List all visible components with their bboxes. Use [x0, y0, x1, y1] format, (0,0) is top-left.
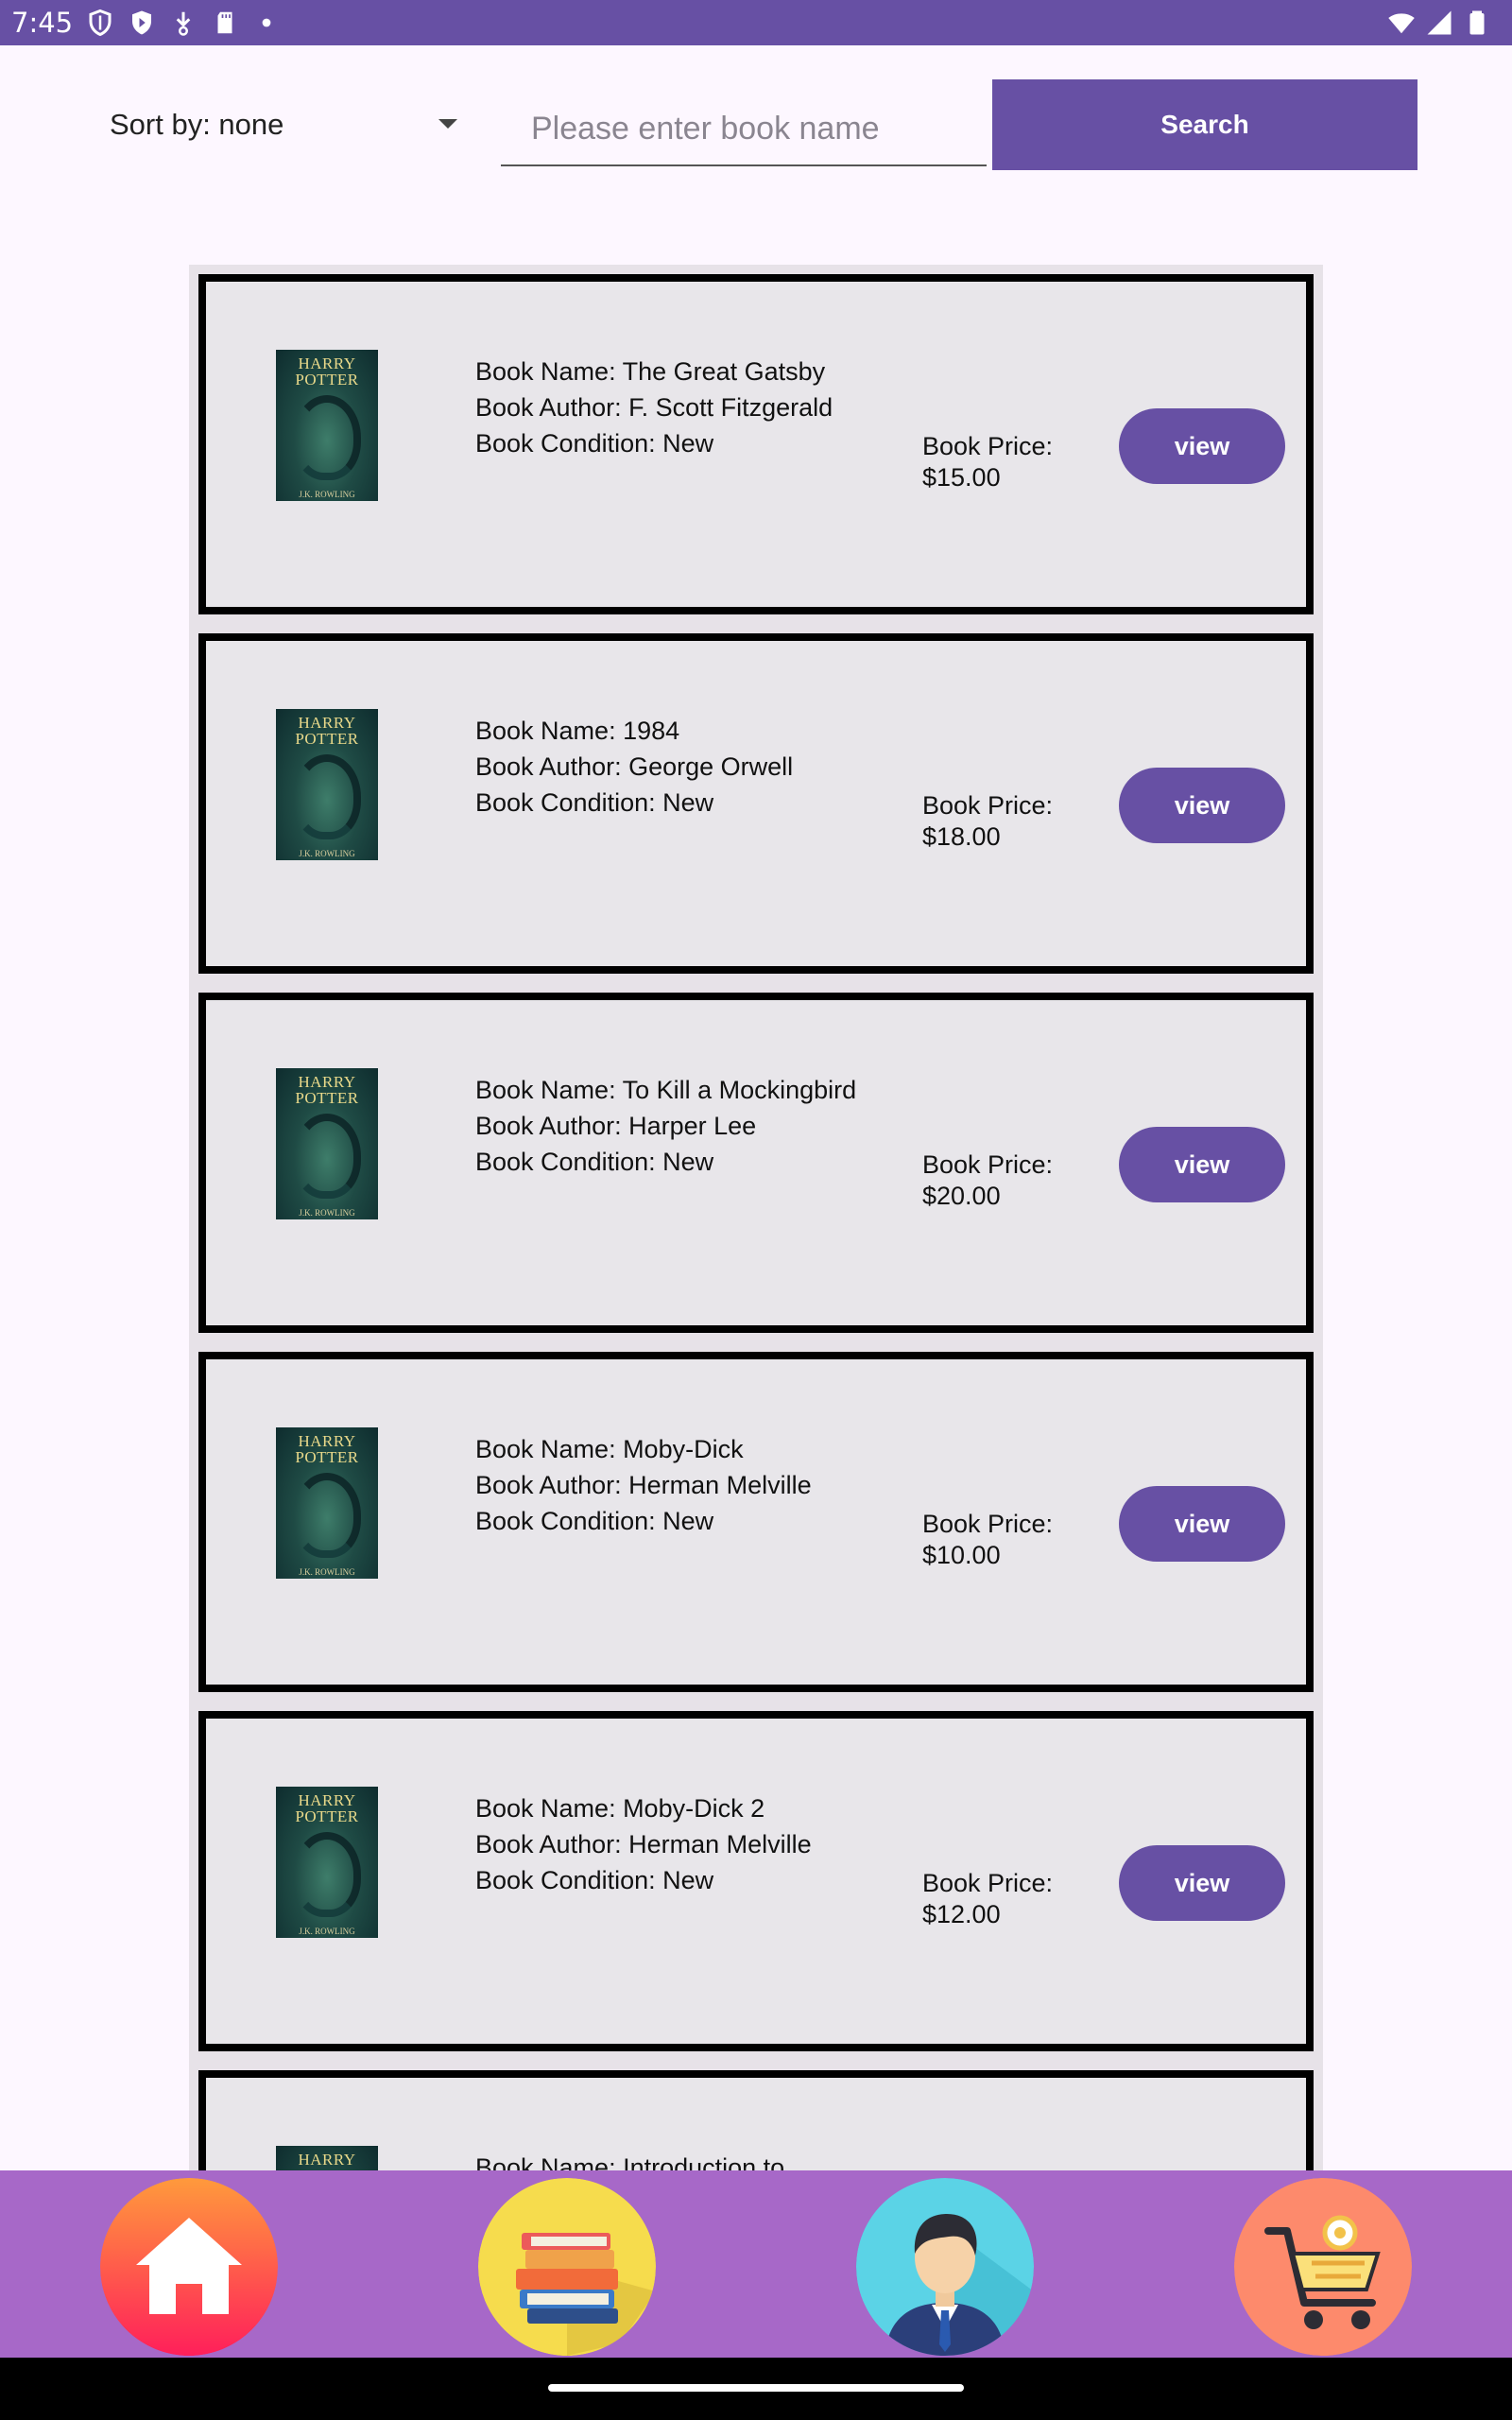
cover-title: HARRY: [298, 2151, 356, 2169]
book-card: HARRY POTTER J.K. ROWLING Book Name: Moby…: [198, 1711, 1314, 2051]
price-label: Book Price:: [922, 432, 1054, 460]
nav-books-button[interactable]: [478, 2178, 656, 2356]
cover-author: J.K. ROWLING: [299, 490, 355, 499]
view-button[interactable]: view: [1119, 1845, 1285, 1921]
view-button[interactable]: view: [1119, 1127, 1285, 1202]
sort-dropdown[interactable]: Sort by: none: [110, 98, 469, 151]
book-price: Book Price: $10.00: [922, 1509, 1053, 1571]
bottom-nav: [0, 2170, 1512, 2358]
cart-icon: [1234, 2178, 1412, 2356]
book-condition: Book Condition: New: [475, 788, 714, 817]
sort-label: Sort by: none: [110, 108, 284, 141]
wifi-icon: [1387, 9, 1416, 37]
notification-dot-icon: [252, 9, 281, 37]
cover-title: HARRY POTTER: [295, 354, 359, 389]
book-price: Book Price: $18.00: [922, 790, 1053, 853]
cover-author: J.K. ROWLING: [299, 849, 355, 858]
cover-art: [293, 1832, 361, 1917]
book-name: Book Name: 1984: [475, 717, 680, 745]
book-condition: Book Condition: New: [475, 429, 714, 458]
status-bar: 7:45: [0, 0, 1512, 45]
book-card: HARRY POTTER J.K. ROWLING Book Name: 1984…: [198, 633, 1314, 974]
book-info: Book Name: Introduction to: [475, 2150, 784, 2170]
price-value: $12.00: [922, 1900, 1001, 1928]
nav-profile-button[interactable]: [856, 2178, 1034, 2356]
sd-card-icon: [211, 9, 239, 37]
book-name: Book Name: Moby-Dick 2: [475, 1794, 765, 1823]
chevron-down-icon[interactable]: [437, 117, 459, 130]
book-price: Book Price: $20.00: [922, 1150, 1053, 1212]
home-gesture-handle[interactable]: [548, 2384, 964, 2392]
search-button[interactable]: Search: [992, 79, 1418, 170]
book-info: Book Name: 1984 Book Author: George Orwe…: [475, 713, 793, 821]
view-button[interactable]: view: [1119, 768, 1285, 843]
view-button[interactable]: view: [1119, 408, 1285, 484]
battery-icon: [1463, 9, 1491, 37]
book-cover-image: HARRY: [276, 2146, 378, 2170]
book-info: Book Name: Moby-Dick 2 Book Author: Herm…: [475, 1790, 812, 1898]
price-value: $10.00: [922, 1541, 1001, 1569]
book-author: Book Author: Harper Lee: [475, 1112, 757, 1140]
price-label: Book Price:: [922, 791, 1054, 820]
book-name: Book Name: To Kill a Mockingbird: [475, 1076, 857, 1104]
book-cover-image: HARRY POTTER J.K. ROWLING: [276, 350, 378, 501]
nav-home-button[interactable]: [100, 2178, 278, 2356]
book-list[interactable]: HARRY POTTER J.K. ROWLING Book Name: The …: [189, 265, 1323, 2170]
cover-art: [293, 1473, 361, 1558]
book-cover-image: HARRY POTTER J.K. ROWLING: [276, 709, 378, 860]
book-author: Book Author: Herman Melville: [475, 1471, 812, 1499]
cover-art: [293, 754, 361, 839]
book-condition: Book Condition: New: [475, 1507, 714, 1535]
cover-author: J.K. ROWLING: [299, 1208, 355, 1218]
book-card: HARRY POTTER J.K. ROWLING Book Name: Moby…: [198, 1352, 1314, 1692]
cover-author: J.K. ROWLING: [299, 1567, 355, 1577]
book-card: HARRY Book Name: Introduction to: [198, 2070, 1314, 2170]
cover-title: HARRY POTTER: [295, 714, 359, 748]
price-label: Book Price:: [922, 1869, 1054, 1897]
price-value: $18.00: [922, 822, 1001, 851]
book-cover-image: HARRY POTTER J.K. ROWLING: [276, 1427, 378, 1579]
view-button[interactable]: view: [1119, 1486, 1285, 1562]
status-left: 7:45: [11, 7, 281, 39]
shield-icon: [86, 9, 114, 37]
nav-cart-button[interactable]: [1234, 2178, 1412, 2356]
status-time: 7:45: [11, 7, 74, 39]
signal-icon: [1425, 9, 1453, 37]
book-cover-image: HARRY POTTER J.K. ROWLING: [276, 1068, 378, 1219]
price-value: $15.00: [922, 463, 1001, 492]
search-input[interactable]: [501, 93, 987, 166]
status-right: [1387, 9, 1501, 37]
book-info: Book Name: To Kill a Mockingbird Book Au…: [475, 1072, 856, 1180]
cover-art: [293, 1114, 361, 1199]
book-name: Book Name: Moby-Dick: [475, 1435, 744, 1463]
cover-title: HARRY POTTER: [295, 1073, 359, 1107]
book-condition: Book Condition: New: [475, 1866, 714, 1894]
book-info: Book Name: Moby-Dick Book Author: Herman…: [475, 1431, 812, 1539]
book-condition: Book Condition: New: [475, 1148, 714, 1176]
home-icon: [100, 2178, 278, 2356]
cover-author: J.K. ROWLING: [299, 1927, 355, 1936]
books-icon: [478, 2178, 656, 2356]
book-author: Book Author: George Orwell: [475, 752, 794, 781]
book-price: Book Price: $12.00: [922, 1868, 1053, 1930]
book-name: Book Name: The Great Gatsby: [475, 357, 826, 386]
book-card: HARRY POTTER J.K. ROWLING Book Name: The …: [198, 274, 1314, 614]
cover-art: [293, 395, 361, 480]
cover-title: HARRY POTTER: [295, 1791, 359, 1825]
book-cover-image: HARRY POTTER J.K. ROWLING: [276, 1787, 378, 1938]
book-price: Book Price: $15.00: [922, 431, 1053, 493]
play-shield-icon: [128, 9, 156, 37]
profile-icon: [856, 2178, 1034, 2356]
price-label: Book Price:: [922, 1510, 1054, 1538]
cover-title: HARRY POTTER: [295, 1432, 359, 1466]
price-label: Book Price:: [922, 1150, 1054, 1179]
book-card: HARRY POTTER J.K. ROWLING Book Name: To K…: [198, 993, 1314, 1333]
book-author: Book Author: Herman Melville: [475, 1830, 812, 1858]
book-info: Book Name: The Great Gatsby Book Author:…: [475, 354, 833, 461]
book-name: Book Name: Introduction to: [475, 2153, 785, 2170]
book-author: Book Author: F. Scott Fitzgerald: [475, 393, 833, 422]
price-value: $20.00: [922, 1182, 1001, 1210]
download-icon: [169, 9, 198, 37]
